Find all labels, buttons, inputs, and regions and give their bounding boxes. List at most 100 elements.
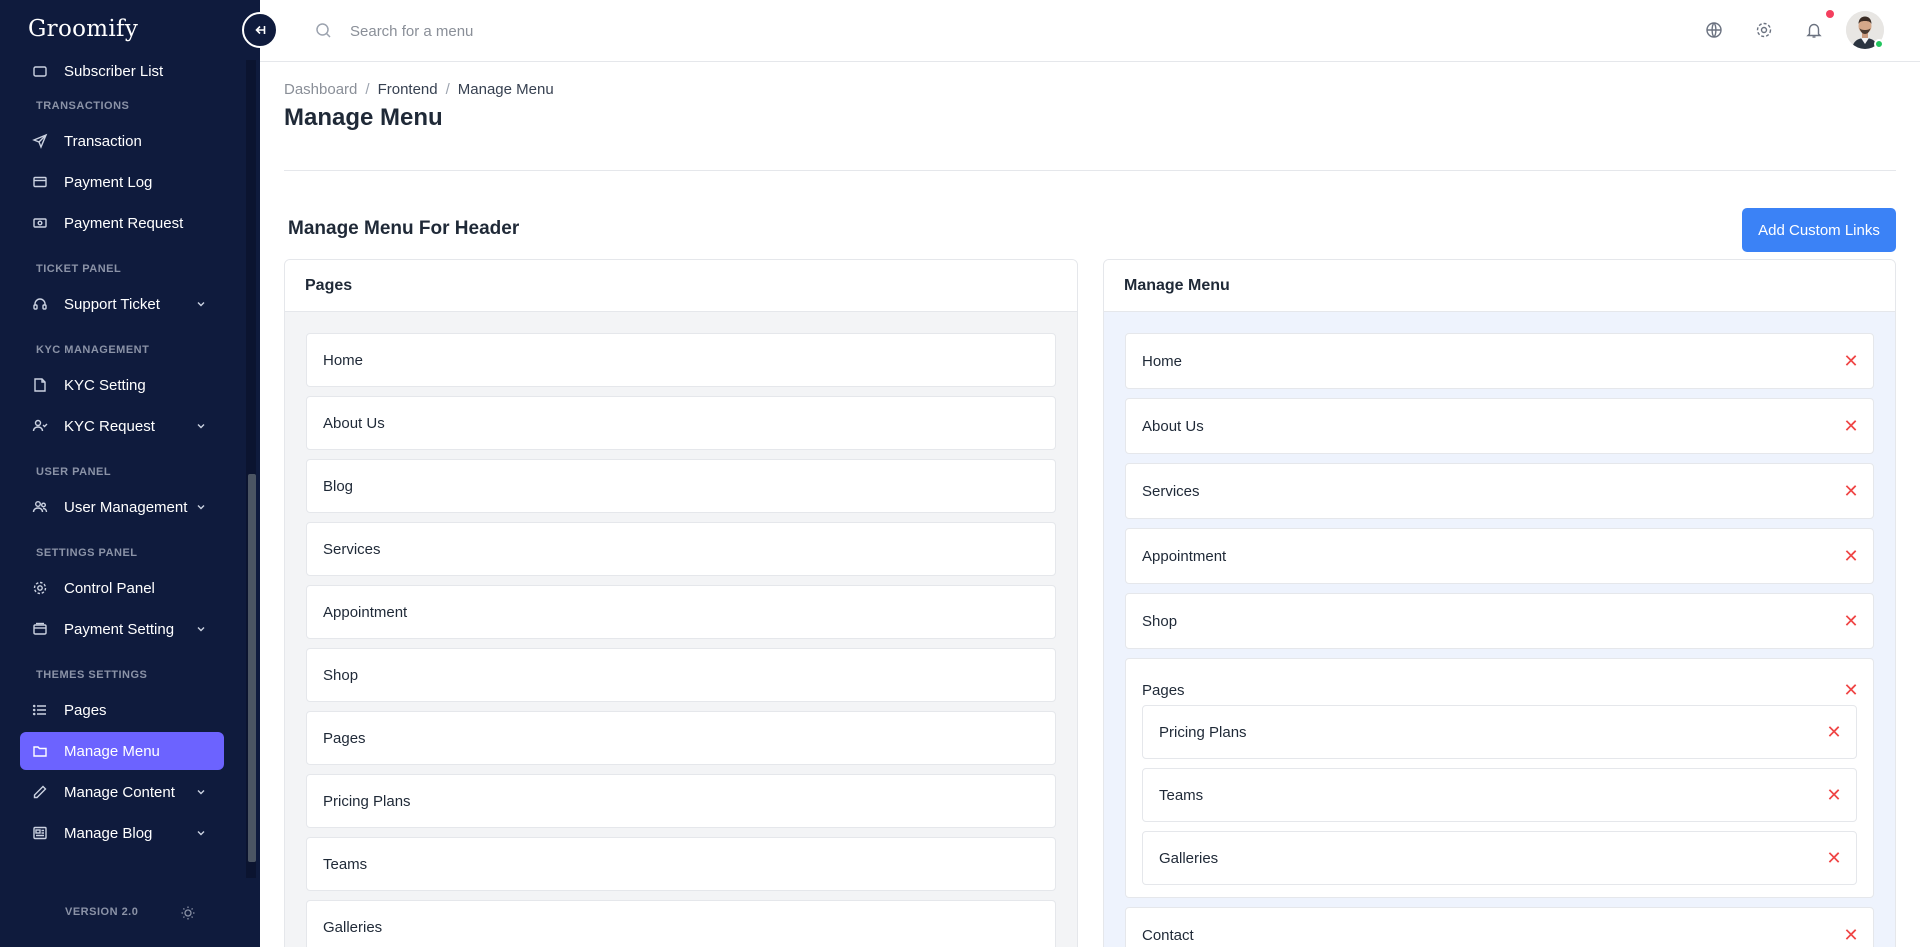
sidebar-item-subscriber-list[interactable]: Subscriber List [20, 60, 224, 90]
page-item-services[interactable]: Services [306, 522, 1056, 576]
page-item-pricing-plans[interactable]: Pricing Plans [306, 774, 1056, 828]
sidebar-nav: Subscriber List TRANSACTIONS Transaction… [0, 60, 244, 878]
page-item-blog[interactable]: Blog [306, 459, 1056, 513]
card-icon [32, 174, 48, 190]
wallet-icon [32, 621, 48, 637]
menu-item-contact[interactable]: Contact ✕ [1125, 907, 1874, 947]
submenu-list: Pricing Plans ✕ Teams ✕ Galleries ✕ [1126, 699, 1873, 897]
submenu-item-label: Galleries [1159, 849, 1219, 867]
submenu-item-teams[interactable]: Teams ✕ [1142, 768, 1857, 822]
menu-item-label: Home [1142, 352, 1183, 370]
remove-icon[interactable]: ✕ [1824, 786, 1844, 804]
sidebar-item-payment-request[interactable]: Payment Request [20, 204, 224, 242]
pencil-icon [32, 784, 48, 800]
sidebar-item-payment-setting[interactable]: Payment Setting [20, 610, 224, 648]
menu-item-about-us[interactable]: About Us ✕ [1125, 398, 1874, 454]
section-title-settings-panel: SETTINGS PANEL [36, 547, 138, 559]
inbox-icon [32, 63, 48, 79]
sidebar-item-control-panel[interactable]: Control Panel [20, 569, 224, 607]
breadcrumb-frontend[interactable]: Frontend [378, 81, 438, 98]
submenu-item-galleries[interactable]: Galleries ✕ [1142, 831, 1857, 885]
page-title: Manage Menu [284, 104, 443, 131]
sidebar-item-kyc-request[interactable]: KYC Request [20, 407, 224, 445]
gear-icon [32, 580, 48, 596]
section-heading: Manage Menu For Header [288, 218, 520, 239]
chevron-down-icon [196, 421, 206, 431]
remove-icon[interactable]: ✕ [1841, 547, 1861, 565]
sidebar-scrollbar-thumb[interactable] [248, 474, 256, 862]
sidebar-item-transaction[interactable]: Transaction [20, 122, 224, 160]
menu-item-label: About Us [1142, 417, 1204, 435]
topbar [260, 0, 1920, 62]
globe-icon[interactable] [1705, 21, 1723, 44]
menu-item-home[interactable]: Home ✕ [1125, 333, 1874, 389]
users-icon [32, 499, 48, 515]
cash-icon [32, 215, 48, 231]
breadcrumb-separator: / [445, 81, 450, 98]
section-title-ticket-panel: TICKET PANEL [36, 263, 122, 275]
manage-menu-panel: Manage Menu Home ✕ About Us ✕ Services ✕ Ap… [1103, 259, 1896, 947]
send-icon [32, 133, 48, 149]
add-custom-links-button[interactable]: Add Custom Links [1742, 208, 1896, 252]
menu-item-pages[interactable]: Pages ✕ Pricing Plans ✕ Teams ✕ Galleries ✕ [1125, 658, 1874, 898]
menu-item-label: Services [1142, 482, 1200, 500]
user-check-icon [32, 418, 48, 434]
remove-icon[interactable]: ✕ [1841, 681, 1861, 699]
sidebar-item-user-management[interactable]: User Management [20, 488, 224, 526]
page-item-shop[interactable]: Shop [306, 648, 1056, 702]
remove-icon[interactable]: ✕ [1841, 352, 1861, 370]
chevron-down-icon [196, 828, 206, 838]
section-title-kyc-management: KYC MANAGEMENT [36, 344, 150, 356]
page-item-teams[interactable]: Teams [306, 837, 1056, 891]
chevron-down-icon [196, 624, 206, 634]
section-title-themes-settings: THEMES SETTINGS [36, 669, 148, 681]
online-status-dot [1874, 39, 1884, 49]
sidebar-item-pages[interactable]: Pages [20, 691, 224, 729]
search-icon [315, 22, 332, 44]
remove-icon[interactable]: ✕ [1841, 417, 1861, 435]
menu-item-appointment[interactable]: Appointment ✕ [1125, 528, 1874, 584]
remove-icon[interactable]: ✕ [1841, 482, 1861, 500]
page-item-appointment[interactable]: Appointment [306, 585, 1056, 639]
section-title-user-panel: USER PANEL [36, 466, 112, 478]
sidebar-item-manage-menu[interactable]: Manage Menu [20, 732, 224, 770]
menu-item-shop[interactable]: Shop ✕ [1125, 593, 1874, 649]
remove-icon[interactable]: ✕ [1824, 723, 1844, 741]
notification-dot [1826, 10, 1834, 18]
page-item-about-us[interactable]: About Us [306, 396, 1056, 450]
sun-icon[interactable] [180, 905, 196, 926]
page-item-pages[interactable]: Pages [306, 711, 1056, 765]
menu-item-label: Appointment [1142, 547, 1227, 565]
submenu-item-label: Pricing Plans [1159, 723, 1247, 741]
breadcrumb-current: Manage Menu [457, 81, 554, 98]
sidebar-collapse-button[interactable] [242, 12, 278, 48]
divider [284, 170, 1896, 171]
remove-icon[interactable]: ✕ [1841, 612, 1861, 630]
brand-logo[interactable]: Groomify [28, 16, 138, 42]
chevron-down-icon [196, 502, 206, 512]
menu-item-services[interactable]: Services ✕ [1125, 463, 1874, 519]
sidebar-item-manage-blog[interactable]: Manage Blog [20, 814, 224, 852]
sidebar-item-kyc-setting[interactable]: KYC Setting [20, 366, 224, 404]
page-item-home[interactable]: Home [306, 333, 1056, 387]
chevron-down-icon [196, 299, 206, 309]
pages-panel: Pages Home About Us Blog Services Appoin… [284, 259, 1078, 947]
sidebar-item-support-ticket[interactable]: Support Ticket [20, 285, 224, 323]
search-input[interactable] [350, 18, 750, 44]
sidebar-item-manage-content[interactable]: Manage Content [20, 773, 224, 811]
newspaper-icon [32, 825, 48, 841]
pages-panel-title: Pages [285, 260, 1077, 312]
menu-list: Home ✕ About Us ✕ Services ✕ Appointment ✕ S… [1104, 312, 1895, 947]
document-icon [32, 377, 48, 393]
submenu-item-pricing-plans[interactable]: Pricing Plans ✕ [1142, 705, 1857, 759]
remove-icon[interactable]: ✕ [1841, 926, 1861, 944]
settings-icon[interactable] [1755, 21, 1773, 44]
menu-item-label: Contact [1142, 926, 1194, 944]
sidebar-item-payment-log[interactable]: Payment Log [20, 163, 224, 201]
manage-menu-panel-title: Manage Menu [1104, 260, 1895, 312]
chevron-down-icon [196, 787, 206, 797]
breadcrumb-dashboard[interactable]: Dashboard [284, 81, 357, 98]
bell-icon[interactable] [1805, 21, 1823, 44]
page-item-galleries[interactable]: Galleries [306, 900, 1056, 947]
remove-icon[interactable]: ✕ [1824, 849, 1844, 867]
